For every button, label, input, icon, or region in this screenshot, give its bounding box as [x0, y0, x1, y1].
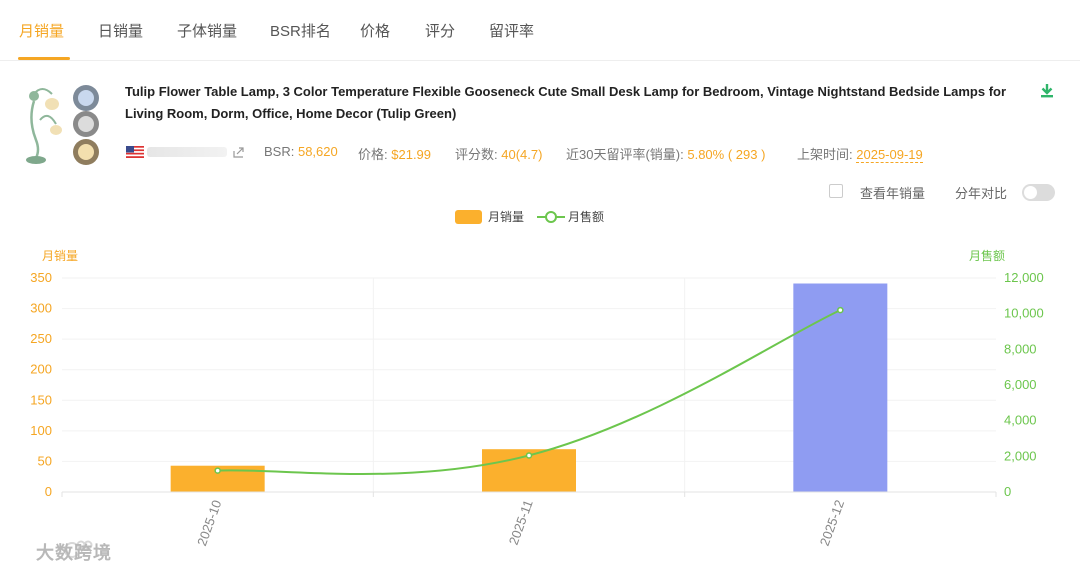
- right-axis-tick-label: 12,000: [1004, 270, 1044, 285]
- watermark-text: 大数跨境: [36, 543, 112, 563]
- x-axis-tick-label: 2025-11: [506, 498, 536, 547]
- left-axis-tick-label: 200: [30, 362, 52, 377]
- right-axis-tick-label: 10,000: [1004, 306, 1044, 321]
- sales-chart: 0 50 100 150 200 250 300 350 0 2,000 4,000 6,000 8,0…: [30, 270, 1044, 548]
- left-axis-tick-label: 50: [38, 453, 52, 468]
- right-axis-tick-label: 8,000: [1004, 341, 1037, 356]
- left-axis-tick-label: 0: [45, 484, 52, 499]
- revenue-point-2025-11: [525, 452, 533, 459]
- left-axis-tick-label: 350: [30, 270, 52, 285]
- bar-2025-12: [793, 283, 888, 492]
- right-axis-tick-label: 0: [1004, 484, 1011, 499]
- x-axis-tick-label: 2025-12: [817, 498, 847, 548]
- left-axis-tick-label: 100: [30, 423, 52, 438]
- revenue-point-2025-10: [214, 467, 221, 474]
- x-axis-tick-label: 2025-10: [194, 498, 224, 548]
- left-axis-tick-label: 300: [30, 301, 52, 316]
- left-axis-tick-label: 150: [30, 392, 52, 407]
- left-axis-tick-label: 250: [30, 331, 52, 346]
- right-axis-tick-label: 6,000: [1004, 377, 1037, 392]
- right-axis-tick-label: 2,000: [1004, 448, 1037, 463]
- revenue-point-2025-12: [837, 306, 844, 314]
- right-axis-tick-label: 4,000: [1004, 413, 1037, 428]
